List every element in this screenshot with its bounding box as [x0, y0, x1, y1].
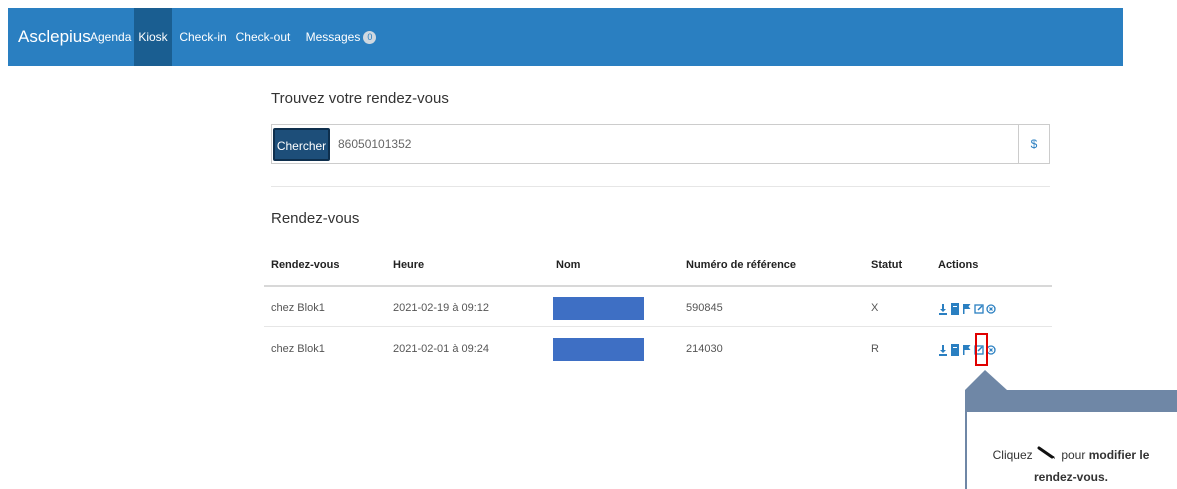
cancel-icon[interactable] — [986, 303, 996, 315]
column-header-rendezvous: Rendez-vous — [271, 259, 340, 271]
nav-item-label: Check-in — [179, 30, 227, 44]
edit-icon-highlight — [975, 333, 988, 366]
search-group: Chercher 86050101352 $ — [271, 124, 1050, 164]
cell-heure: 2021-02-19 à 09:12 — [393, 302, 490, 314]
callout-text: Cliquez pour modifier le rendez-vous. — [981, 445, 1161, 487]
nav-item-label: Agenda — [90, 30, 132, 44]
callout-text-before: Cliquez — [992, 448, 1033, 463]
row-divider — [264, 326, 1052, 327]
cell-statut: X — [871, 302, 879, 314]
cell-nom-redacted — [553, 338, 644, 361]
callout-body: Cliquez pour modifier le rendez-vous. — [965, 412, 1177, 489]
section-divider — [271, 186, 1050, 187]
cell-rendezvous: chez Blok1 — [271, 302, 325, 314]
column-header-reference: Numéro de référence — [686, 259, 797, 271]
column-header-heure: Heure — [393, 259, 425, 271]
appointments-title: Rendez-vous — [271, 210, 360, 227]
messages-count-badge: 0 — [363, 31, 377, 45]
nav-item-agenda[interactable]: Agenda — [90, 8, 132, 66]
search-title: Trouvez votre rendez-vous — [271, 90, 449, 107]
cell-reference: 214030 — [686, 343, 723, 355]
nav-item-label: Check-out — [235, 30, 291, 44]
nav-item-kiosk[interactable]: Kiosk — [134, 8, 172, 66]
cell-rendezvous: chez Blok1 — [271, 343, 325, 355]
nav-item-check-out[interactable]: Check-out — [233, 8, 293, 66]
cell-statut: R — [871, 343, 879, 355]
nav-item-messages[interactable]: Messages 0 — [300, 8, 382, 66]
search-button[interactable]: Chercher — [273, 128, 330, 161]
column-header-actions: Actions — [938, 259, 979, 271]
app-brand[interactable]: Asclepius — [18, 8, 91, 66]
document-icon[interactable] — [950, 344, 960, 356]
callout-header — [965, 390, 1177, 412]
flag-icon[interactable] — [962, 344, 972, 356]
callout-pointer — [985, 370, 1007, 390]
row-actions — [938, 302, 996, 316]
pencil-icon — [1036, 445, 1058, 467]
column-header-statut: Statut — [871, 259, 903, 271]
cell-nom-redacted — [553, 297, 644, 320]
cell-reference: 590845 — [686, 302, 723, 314]
nav-item-check-in[interactable]: Check-in — [178, 8, 228, 66]
callout-text-mid: pour — [1061, 448, 1086, 463]
tooltip-callout: Cliquez pour modifier le rendez-vous. — [965, 370, 1177, 489]
download-icon[interactable] — [938, 344, 948, 356]
nav-item-label: Kiosk — [138, 30, 168, 44]
cell-heure: 2021-02-01 à 09:24 — [393, 343, 490, 355]
callout-pointer — [965, 370, 985, 390]
column-header-nom: Nom — [556, 259, 581, 271]
search-input[interactable]: 86050101352 — [338, 126, 1018, 162]
table-header-divider — [264, 285, 1052, 287]
edit-icon[interactable] — [974, 303, 984, 315]
download-icon[interactable] — [938, 303, 948, 315]
top-navbar: Asclepius Agenda Kiosk Check-in Check-ou… — [8, 8, 1123, 66]
flag-icon[interactable] — [962, 303, 972, 315]
nav-item-label: Messages — [305, 30, 361, 44]
search-addon[interactable]: $ — [1018, 125, 1049, 163]
document-icon[interactable] — [950, 303, 960, 315]
